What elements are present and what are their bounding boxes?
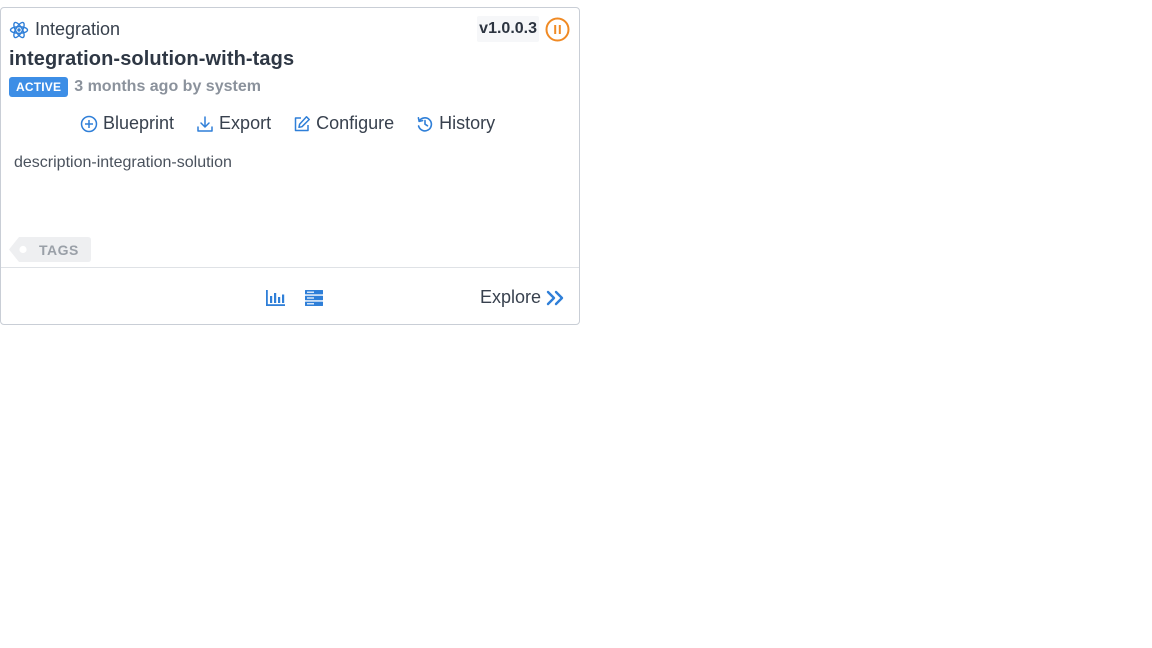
solution-card: Integration v1.0.0.3 integration-solutio… — [0, 7, 580, 325]
explore-label: Explore — [479, 287, 541, 307]
history-button[interactable]: History — [416, 113, 495, 134]
tag-label: TAGS — [39, 241, 79, 258]
bar-chart-icon[interactable] — [265, 289, 286, 307]
solution-type: Integration — [9, 19, 120, 40]
solution-description: description-integration-solution — [14, 154, 232, 171]
status-row: ACTIVE 3 months ago by system — [9, 77, 261, 97]
solution-title[interactable]: integration-solution-with-tags — [9, 48, 294, 71]
history-label: History — [439, 113, 496, 133]
status-badge: ACTIVE — [9, 77, 69, 97]
card-divider — [1, 267, 579, 268]
version-label: v1.0.0.3 — [477, 16, 539, 42]
blueprint-label: Blueprint — [103, 113, 175, 133]
tag-chip[interactable]: TAGS — [9, 237, 91, 262]
action-bar: Blueprint Export Configure History — [80, 113, 495, 134]
server-icon[interactable] — [304, 289, 324, 307]
explore-button[interactable]: Explore — [480, 287, 565, 308]
footer-icon-group — [265, 289, 324, 307]
configure-label: Configure — [316, 113, 395, 133]
version-area: v1.0.0.3 — [477, 16, 570, 42]
plus-circle-icon — [80, 115, 98, 132]
download-icon — [197, 115, 213, 132]
solution-type-label: Integration — [35, 19, 121, 39]
pause-circle-icon[interactable] — [545, 17, 570, 42]
modified-meta: 3 months ago by system — [74, 78, 261, 95]
history-icon — [417, 116, 433, 132]
export-button[interactable]: Export — [196, 113, 271, 134]
edit-icon — [294, 115, 311, 131]
double-chevron-right-icon — [546, 290, 564, 305]
atom-icon — [9, 21, 29, 38]
export-label: Export — [219, 113, 272, 133]
configure-button[interactable]: Configure — [293, 113, 394, 134]
blueprint-button[interactable]: Blueprint — [80, 113, 174, 134]
